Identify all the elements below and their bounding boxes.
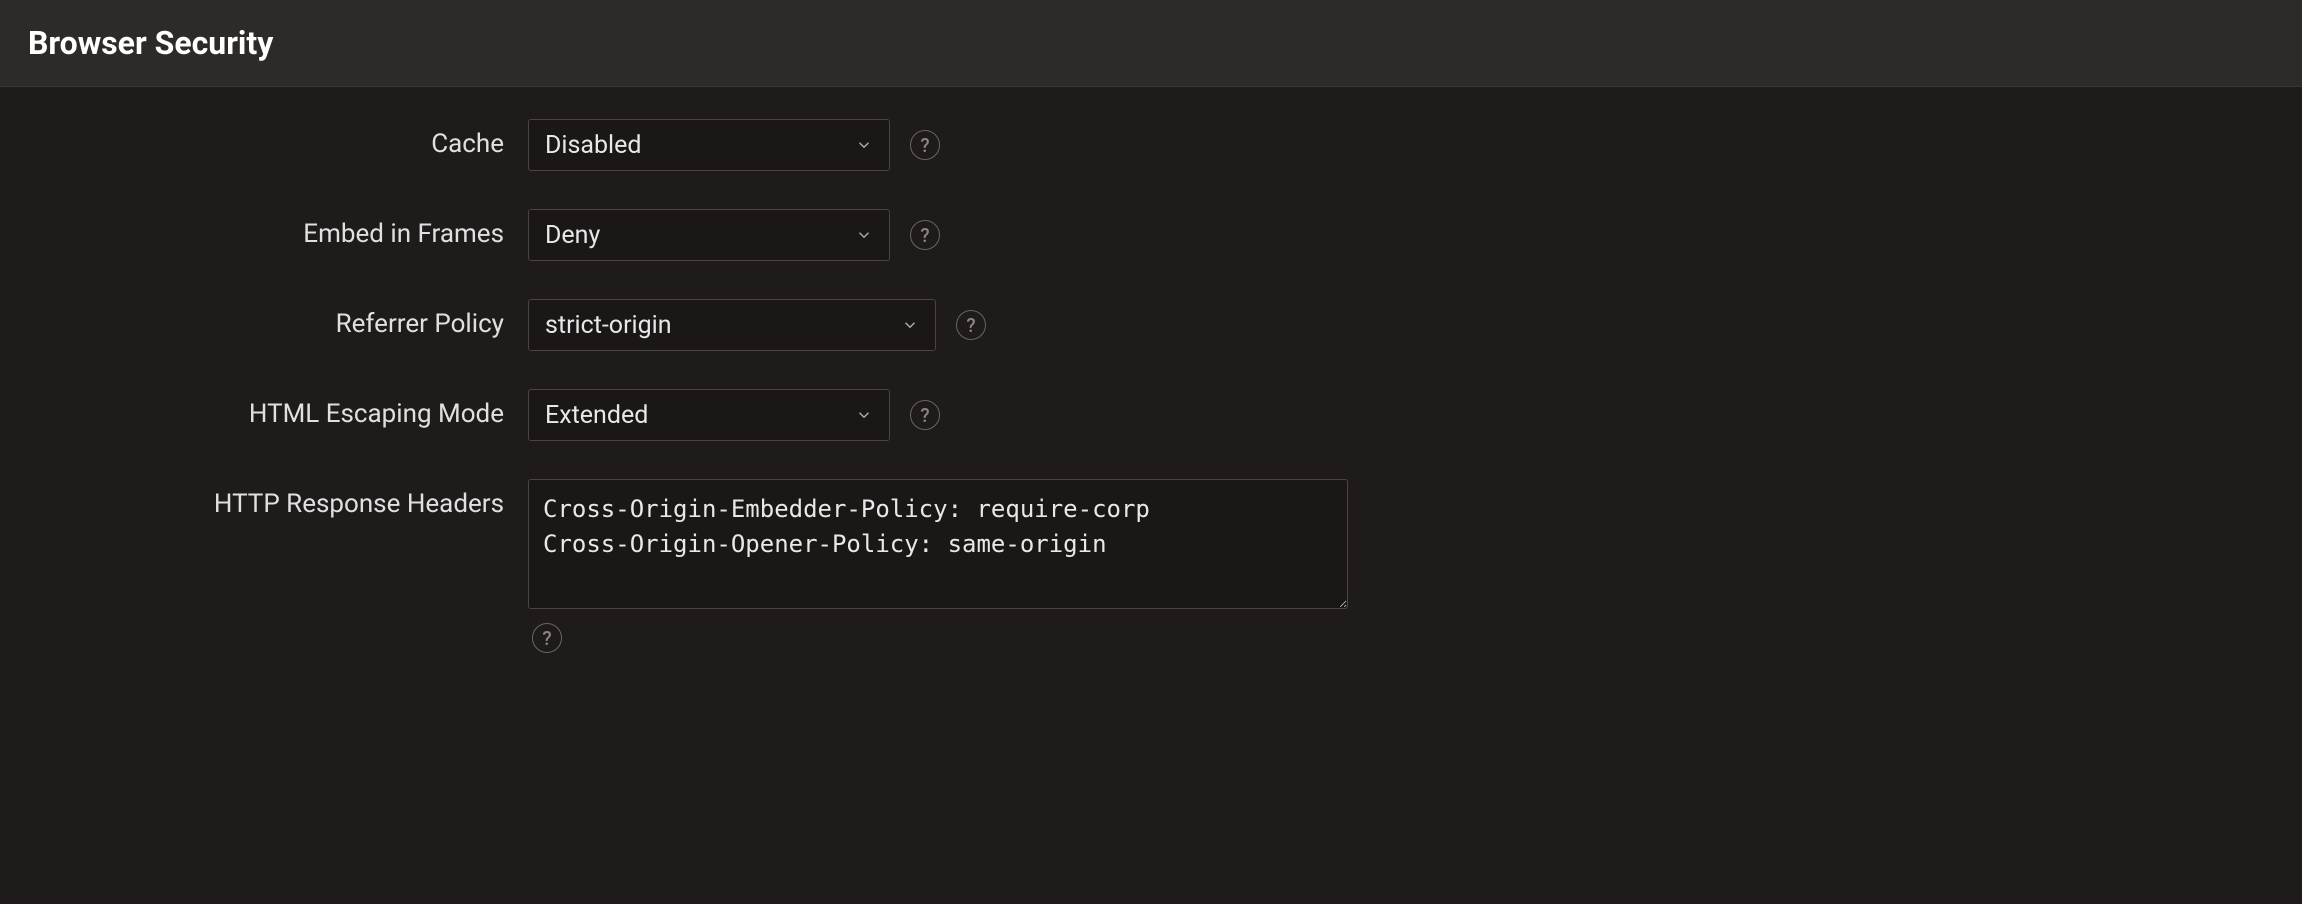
control-wrap-escaping: Extended ? bbox=[528, 389, 940, 441]
label-http-response-headers: HTTP Response Headers bbox=[28, 479, 528, 519]
chevron-down-icon bbox=[855, 226, 873, 244]
row-embed-in-frames: Embed in Frames Deny ? bbox=[28, 209, 2274, 261]
row-referrer-policy: Referrer Policy strict-origin ? bbox=[28, 299, 2274, 351]
help-icon-embed[interactable]: ? bbox=[910, 220, 940, 250]
select-cache-value: Disabled bbox=[545, 131, 855, 160]
select-embed-in-frames[interactable]: Deny bbox=[528, 209, 890, 261]
question-mark-icon: ? bbox=[920, 134, 929, 157]
help-icon-escaping[interactable]: ? bbox=[910, 400, 940, 430]
control-wrap-embed: Deny ? bbox=[528, 209, 940, 261]
section-title: Browser Security bbox=[28, 24, 2274, 62]
help-icon-headers[interactable]: ? bbox=[532, 623, 562, 653]
row-html-escaping-mode: HTML Escaping Mode Extended ? bbox=[28, 389, 2274, 441]
select-referrer-policy[interactable]: strict-origin bbox=[528, 299, 936, 351]
chevron-down-icon bbox=[901, 316, 919, 334]
question-mark-icon: ? bbox=[920, 224, 929, 247]
chevron-down-icon bbox=[855, 406, 873, 424]
control-wrap-headers: ? bbox=[528, 479, 1348, 653]
question-mark-icon: ? bbox=[920, 404, 929, 427]
label-cache: Cache bbox=[28, 119, 528, 159]
select-referrer-value: strict-origin bbox=[545, 311, 901, 340]
row-http-response-headers: HTTP Response Headers ? bbox=[28, 479, 2274, 653]
control-wrap-cache: Disabled ? bbox=[528, 119, 940, 171]
section-header: Browser Security bbox=[0, 0, 2302, 87]
form-content: Cache Disabled ? Embed in Frames Deny bbox=[0, 87, 2302, 723]
row-cache: Cache Disabled ? bbox=[28, 119, 2274, 171]
question-mark-icon: ? bbox=[966, 314, 975, 337]
chevron-down-icon bbox=[855, 136, 873, 154]
help-row-headers: ? bbox=[528, 623, 1348, 653]
select-escaping-value: Extended bbox=[545, 401, 855, 430]
select-embed-value: Deny bbox=[545, 221, 855, 250]
label-html-escaping-mode: HTML Escaping Mode bbox=[28, 389, 528, 429]
textarea-http-response-headers[interactable] bbox=[528, 479, 1348, 609]
select-cache[interactable]: Disabled bbox=[528, 119, 890, 171]
question-mark-icon: ? bbox=[542, 627, 551, 650]
label-embed-in-frames: Embed in Frames bbox=[28, 209, 528, 249]
help-icon-referrer[interactable]: ? bbox=[956, 310, 986, 340]
help-icon-cache[interactable]: ? bbox=[910, 130, 940, 160]
control-wrap-referrer: strict-origin ? bbox=[528, 299, 986, 351]
select-html-escaping-mode[interactable]: Extended bbox=[528, 389, 890, 441]
label-referrer-policy: Referrer Policy bbox=[28, 299, 528, 339]
